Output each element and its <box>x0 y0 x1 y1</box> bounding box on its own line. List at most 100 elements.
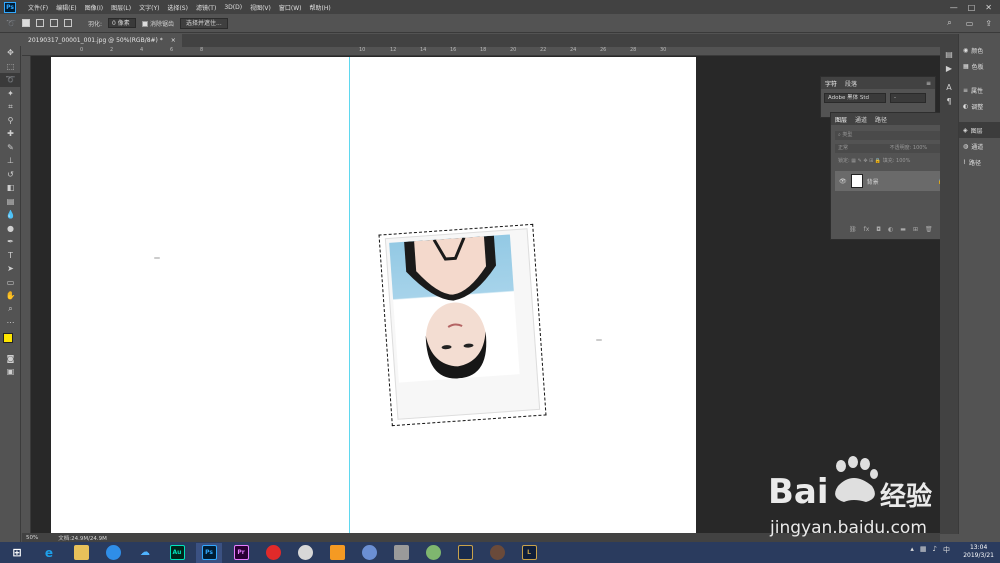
dock-color[interactable]: ◉ 颜色 <box>959 42 1000 58</box>
screen-mode-icon[interactable]: ▣ <box>0 365 21 379</box>
taskbar-app-game3[interactable]: L <box>516 543 542 563</box>
antialias-checkbox[interactable]: 消除锯齿 <box>142 19 174 28</box>
paragraph-icon[interactable]: ¶ <box>940 95 958 109</box>
font-style-select[interactable]: - <box>890 93 926 103</box>
tab-paths[interactable]: 路径 <box>875 115 887 124</box>
taskbar-explorer[interactable] <box>68 543 94 563</box>
start-button[interactable]: ⊞ <box>4 543 30 563</box>
lasso-tool-preset-icon[interactable]: ➰ <box>6 19 16 28</box>
dock-paths[interactable]: ⌇ 路径 <box>959 154 1000 170</box>
blur-tool-icon[interactable]: 💧 <box>0 208 21 222</box>
lasso-tool-icon[interactable]: ➰ <box>0 73 21 87</box>
pen-tool-icon[interactable]: ✒ <box>0 235 21 249</box>
blend-mode-row[interactable]: 正常 不透明度: 100% <box>835 144 953 153</box>
adjustment-icon[interactable]: ◐ <box>888 226 893 233</box>
maximize-button[interactable]: □ <box>968 3 976 12</box>
taskbar-audition[interactable]: Au <box>164 543 190 563</box>
move-tool-icon[interactable]: ✥ <box>0 46 21 60</box>
eraser-tool-icon[interactable]: ◧ <box>0 181 21 195</box>
volume-icon[interactable]: ♪ <box>933 545 937 555</box>
menu-select[interactable]: 选择(S) <box>163 3 192 12</box>
clone-stamp-tool-icon[interactable]: ⊥ <box>0 154 21 168</box>
type-tool-icon[interactable]: T <box>0 249 21 263</box>
mask-icon[interactable]: ◘ <box>876 226 881 233</box>
share-icon[interactable]: ⇪ <box>985 19 992 28</box>
menu-file[interactable]: 文件(F) <box>24 3 52 12</box>
taskbar-app-orange[interactable] <box>324 543 350 563</box>
dock-swatches[interactable]: ▦ 色板 <box>959 58 1000 74</box>
more-tools-icon[interactable]: ⋯ <box>0 316 21 330</box>
gradient-tool-icon[interactable]: ▤ <box>0 195 21 209</box>
taskbar-clock[interactable]: 13:04 2019/3/21 <box>963 544 994 560</box>
dock-adjustments[interactable]: ◐ 调整 <box>959 98 1000 114</box>
font-family-select[interactable]: Adobe 黑体 Std <box>824 93 886 103</box>
fill-value[interactable]: 100% <box>896 158 910 164</box>
tab-layers[interactable]: 图层 <box>835 115 847 124</box>
ime-icon[interactable]: 中 <box>943 545 950 555</box>
path-selection-tool-icon[interactable]: ➤ <box>0 262 21 276</box>
workspace-icon[interactable]: ▭ <box>966 19 974 28</box>
brush-tool-icon[interactable]: ✎ <box>0 141 21 155</box>
shape-tool-icon[interactable]: ▭ <box>0 276 21 290</box>
zoom-tool-icon[interactable]: ⌕ <box>0 303 21 317</box>
taskbar-baidu-cloud[interactable]: ☁ <box>132 543 158 563</box>
trash-icon[interactable]: 🗑 <box>925 226 933 233</box>
menu-window[interactable]: 窗口(W) <box>275 3 306 12</box>
taskbar-app-tools[interactable] <box>388 543 414 563</box>
hand-tool-icon[interactable]: ✋ <box>0 289 21 303</box>
eyedropper-tool-icon[interactable]: ⚲ <box>0 114 21 128</box>
taskbar-app-game2[interactable] <box>484 543 510 563</box>
eye-icon[interactable]: 👁 <box>839 178 847 185</box>
menu-image[interactable]: 图像(I) <box>81 3 107 12</box>
network-icon[interactable]: ▦ <box>920 545 927 555</box>
feather-input[interactable]: 0 像素 <box>108 18 136 28</box>
select-and-mask-button[interactable]: 选择并遮住... <box>180 17 228 29</box>
folder-icon[interactable]: ▬ <box>900 226 906 233</box>
magic-wand-tool-icon[interactable]: ✦ <box>0 87 21 101</box>
new-layer-icon[interactable]: ⊞ <box>913 226 918 233</box>
quick-mask-icon[interactable]: ◙ <box>0 352 21 366</box>
marquee-tool-icon[interactable]: ⬚ <box>0 60 21 74</box>
document-canvas[interactable] <box>51 57 696 534</box>
taskbar-browser[interactable] <box>100 543 126 563</box>
panel-menu-icon[interactable]: ≡ <box>926 80 935 87</box>
close-button[interactable]: ✕ <box>985 3 992 12</box>
crop-tool-icon[interactable]: ⌗ <box>0 100 21 114</box>
taskbar-netease-music[interactable] <box>260 543 286 563</box>
taskbar-ie[interactable]: e <box>36 543 62 563</box>
link-layers-icon[interactable]: ⛓ <box>849 226 857 233</box>
dock-layers[interactable]: ◈ 图层 <box>959 122 1000 138</box>
document-tab[interactable]: 20190317_00001_001.jpg @ 50%(RGB/8#) * × <box>22 34 182 47</box>
fx-icon[interactable]: fx <box>864 226 870 233</box>
menu-help[interactable]: 帮助(H) <box>306 3 335 12</box>
vertical-guide[interactable] <box>349 57 350 534</box>
close-tab-icon[interactable]: × <box>171 37 176 44</box>
foreground-color-swatch[interactable] <box>3 332 13 343</box>
menu-3d[interactable]: 3D(D) <box>220 4 246 11</box>
subtract-selection-icon[interactable] <box>49 19 58 27</box>
opacity-value[interactable]: 100% <box>913 145 927 151</box>
intersect-selection-icon[interactable] <box>63 19 72 27</box>
taskbar-photoshop[interactable]: Ps <box>196 542 222 563</box>
tab-channels[interactable]: 通道 <box>855 115 867 124</box>
dock-properties[interactable]: ≡ 属性 <box>959 82 1000 98</box>
dodge-tool-icon[interactable]: ● <box>0 222 21 236</box>
tab-paragraph[interactable]: 段落 <box>845 79 857 88</box>
search-icon[interactable]: ⌕ <box>947 18 951 28</box>
menu-filter[interactable]: 滤镜(T) <box>192 3 220 12</box>
taskbar-app-game1[interactable] <box>452 543 478 563</box>
layer-filter[interactable]: ⌕ 类型 <box>835 131 953 140</box>
taskbar-premiere[interactable]: Pr <box>228 543 254 563</box>
taskbar-app-bird[interactable] <box>356 543 382 563</box>
menu-type[interactable]: 文字(Y) <box>135 3 163 12</box>
taskbar-app-panda[interactable] <box>292 543 318 563</box>
healing-brush-tool-icon[interactable]: ✚ <box>0 127 21 141</box>
document-size[interactable]: 文档:24.9M/24.9M <box>58 534 107 542</box>
dock-channels[interactable]: ◍ 通道 <box>959 138 1000 154</box>
menu-layer[interactable]: 图层(L) <box>107 3 135 12</box>
minimize-button[interactable]: — <box>950 3 958 12</box>
selection-marquee[interactable] <box>378 223 547 427</box>
history-icon[interactable]: ▤ <box>940 48 958 62</box>
history-brush-tool-icon[interactable]: ↺ <box>0 168 21 182</box>
color-swatches[interactable] <box>0 330 21 352</box>
